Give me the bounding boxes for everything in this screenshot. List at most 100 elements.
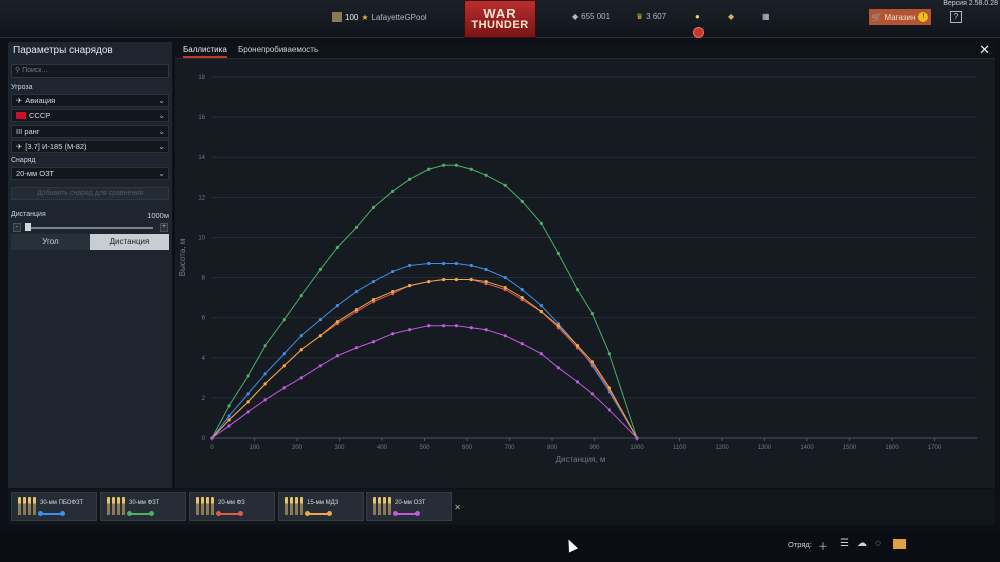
series-point-1 — [371, 279, 376, 284]
chevron-down-icon: ⌄ — [158, 96, 165, 105]
series-point-3 — [454, 277, 458, 282]
ammo-name: 30-мм ПБОФЗТ — [40, 500, 84, 506]
close-icon[interactable]: ✕ — [979, 43, 990, 56]
series-point-3 — [469, 277, 473, 282]
premium-icon[interactable]: ◆ — [728, 12, 734, 21]
ammo-name: 15-мм МДЗ — [307, 500, 339, 506]
shell-glyph — [18, 497, 21, 515]
shell-glyph — [378, 497, 381, 515]
series-point-4 — [210, 436, 214, 440]
x-tick-label: 1700 — [928, 445, 942, 451]
search-icon: ⚲ — [15, 67, 21, 74]
username: LafayetteGPool — [371, 12, 427, 22]
ammo-card[interactable]: 20-мм ОЗТ ✕ — [366, 492, 461, 521]
ammo-card[interactable]: 30-мм ПБОФЗТ✕ — [11, 492, 106, 521]
tab-bar: Баллистика Бронепробиваемость ✕ — [175, 42, 995, 59]
version-label: Версия 2.58.0.28 — [943, 0, 998, 7]
shell-params-panel: Параметры снарядов ⚲ Поиск... Угроза ✈ А… — [8, 42, 172, 488]
rank-select[interactable]: III ранг ⌄ — [11, 125, 169, 138]
tab-penetration[interactable]: Бронепробиваемость — [238, 45, 318, 54]
legend-dot — [238, 511, 243, 516]
game-logo[interactable]: WAR THUNDER — [464, 0, 536, 38]
slider-handle[interactable] — [25, 223, 31, 231]
series-point-3 — [590, 360, 594, 364]
list-icon[interactable]: ☰ — [840, 538, 849, 549]
series-point-0 — [575, 287, 580, 292]
remove-ammo-icon[interactable]: ✕ — [454, 503, 461, 512]
series-point-0 — [335, 245, 339, 250]
x-tick-label: 500 — [419, 445, 430, 451]
ammo-card[interactable]: 30-мм ФЗТ✕ — [100, 492, 195, 521]
lightbulb-icon[interactable]: ● — [695, 12, 700, 21]
series-point-4 — [607, 408, 611, 412]
ammo-card[interactable]: 15-мм МДЗ✕ — [278, 492, 373, 521]
x-tick-label: 1600 — [885, 445, 899, 451]
x-tick-label: 800 — [547, 445, 558, 451]
aircraft-icon: ✈ — [16, 142, 23, 151]
player-info[interactable]: 100 ★ LafayetteGPool — [332, 12, 427, 22]
distance-button[interactable]: Дистанция — [90, 234, 169, 250]
y-axis-label: Высота, м — [178, 239, 187, 276]
threat-select[interactable]: ✈ Авиация ⌄ — [11, 94, 169, 107]
x-tick-label: 1000 — [630, 445, 644, 451]
x-tick-label: 1200 — [715, 445, 729, 451]
series-point-0 — [469, 167, 473, 171]
top-bar: Версия 2.58.0.28 100 ★ LafayetteGPool WA… — [0, 0, 1000, 38]
series-point-1 — [442, 261, 446, 266]
series-line-4 — [211, 325, 638, 439]
warning-icon: ! — [918, 12, 929, 22]
country-value: СССР — [29, 111, 51, 120]
series-point-3 — [371, 298, 376, 302]
rank-value: III ранг — [16, 127, 40, 136]
series-point-0 — [391, 189, 395, 193]
plane-icon: ✈ — [16, 96, 23, 105]
clan-icon[interactable]: ☁ — [857, 538, 867, 549]
series-point-1 — [263, 372, 267, 376]
vehicle-value: [3.7] И-185 (М-82) — [25, 142, 87, 151]
country-select[interactable]: СССР ⌄ — [11, 109, 169, 122]
ammo-card[interactable]: 20-мм ФЗ✕ — [189, 492, 284, 521]
series-point-1 — [454, 261, 458, 266]
shell-glyph — [383, 497, 386, 515]
gold-balance[interactable]: ♛ 3 607 — [636, 12, 666, 21]
silver-balance[interactable]: ◆ 655 001 — [572, 12, 610, 21]
ticket-icon[interactable]: ▦ — [762, 12, 770, 21]
series-point-4 — [469, 326, 473, 330]
series-point-4 — [635, 436, 639, 440]
series-point-4 — [246, 410, 250, 414]
silver-amount: 655 001 — [581, 12, 611, 21]
legend-line — [129, 513, 151, 515]
x-tick-label: 400 — [377, 445, 388, 451]
slider-plus-button[interactable]: + — [160, 223, 168, 232]
x-tick-label: 900 — [589, 445, 600, 451]
help-button[interactable]: ? — [950, 11, 962, 23]
ammo-name: 30-мм ФЗТ — [129, 500, 160, 506]
add-squad-icon[interactable]: ＋ — [818, 538, 828, 553]
ammo-name: 20-мм ФЗ — [218, 500, 245, 506]
tab-ballistics[interactable]: Баллистика — [183, 45, 227, 58]
chat-icon[interactable]: ◌ — [875, 538, 881, 549]
shell-label: Снаряд — [11, 157, 36, 164]
slider-minus-button[interactable]: - — [13, 223, 21, 232]
x-tick-label: 1300 — [758, 445, 772, 451]
y-tick-label: 0 — [202, 436, 206, 442]
series-point-0 — [503, 183, 507, 187]
panel-title: Параметры снарядов — [13, 45, 113, 56]
distance-slider[interactable] — [28, 227, 153, 229]
series-point-0 — [408, 177, 412, 181]
angle-button[interactable]: Угол — [11, 234, 90, 250]
alert-icon[interactable] — [693, 27, 704, 38]
add-shell-button[interactable]: Добавить снаряд для сравнения — [11, 187, 169, 200]
x-tick-label: 300 — [334, 445, 345, 451]
shell-select[interactable]: 20-мм ОЗТ ⌄ — [11, 167, 169, 180]
legend-dot — [38, 511, 43, 516]
series-point-1 — [484, 267, 488, 272]
series-point-0 — [607, 352, 611, 356]
series-point-1 — [539, 304, 543, 308]
mail-icon[interactable] — [893, 539, 906, 549]
shop-button[interactable]: 🛒 Магазин ! — [869, 9, 931, 25]
search-input[interactable]: ⚲ Поиск... — [11, 64, 169, 78]
series-point-0 — [590, 312, 594, 316]
series-point-1 — [299, 334, 303, 338]
vehicle-select[interactable]: ✈ [3.7] И-185 (М-82) ⌄ — [11, 140, 169, 153]
